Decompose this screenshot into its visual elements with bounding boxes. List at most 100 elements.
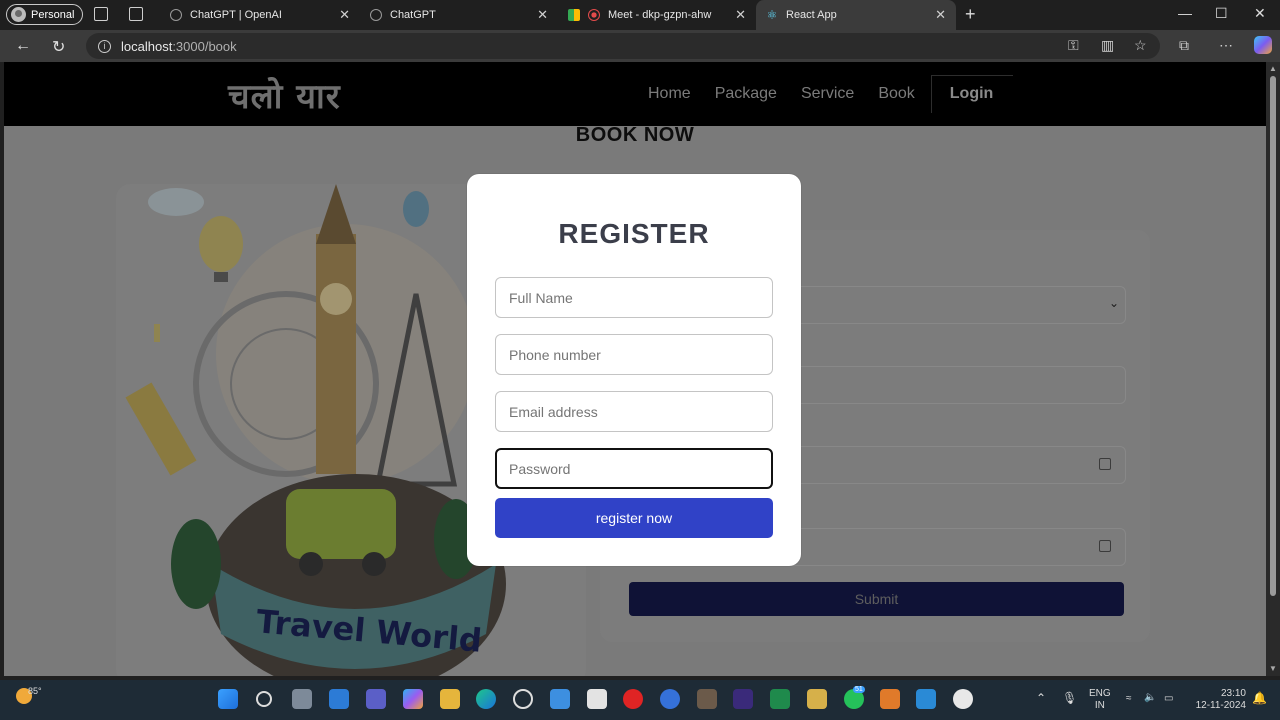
key-icon[interactable]: ⚿ [1068,37,1079,54]
nav-links: Home Package Service Book Login [636,62,1014,126]
vscode-icon[interactable] [916,689,936,709]
task-view-icon[interactable] [292,689,312,709]
nav-home[interactable]: Home [636,85,703,103]
tab-title: React App [786,9,837,21]
app-icon[interactable] [807,689,827,709]
calendar-icon[interactable] [1099,458,1111,470]
openai-icon [170,9,182,21]
workspaces-icon[interactable] [94,7,108,21]
more-menu-icon[interactable]: ⋯ [1219,37,1233,54]
new-tab-icon[interactable]: + [965,4,976,25]
copilot-icon[interactable] [1254,36,1272,54]
extensions-icon[interactable]: ⧉ [1179,37,1189,54]
scroll-up-icon[interactable]: ▲ [1269,64,1277,73]
password-input[interactable] [495,448,773,489]
lang-code: ENG [1089,688,1111,699]
profile-button[interactable]: Personal [6,4,84,25]
app-icon[interactable] [953,689,973,709]
scroll-down-icon[interactable]: ▼ [1269,664,1277,673]
intellij-icon[interactable] [733,689,753,709]
tab-title: ChatGPT [390,9,436,21]
page-title: BOOK NOW [575,124,695,146]
tab-chatgpt-openai[interactable]: ChatGPT | OpenAI ✕ [160,0,360,30]
favorite-star-icon[interactable]: ☆ [1134,37,1147,54]
browser-tab-bar: Personal ChatGPT | OpenAI ✕ ChatGPT ✕ Me… [0,0,1280,30]
tab-chatgpt[interactable]: ChatGPT ✕ [360,0,558,30]
reload-icon[interactable]: ↻ [52,37,65,57]
weather-widget[interactable]: 85° [16,686,42,704]
wifi-icon[interactable]: ≈ [1126,693,1132,705]
url-path: :3000/book [172,38,237,54]
avatar [11,7,26,22]
store-icon[interactable] [550,689,570,709]
time: 23:10 [1220,688,1246,699]
split-screen-icon[interactable]: ▥ [1101,37,1114,54]
back-icon[interactable]: ← [15,37,31,55]
clock[interactable]: 23:10 12-11-2024 [1190,688,1246,712]
notification-bell-icon[interactable]: 🔔 [1252,692,1267,704]
register-button[interactable]: register now [495,498,773,538]
submit-button[interactable]: Submit [629,582,1124,616]
chevron-up-icon[interactable]: ⌃ [1036,692,1046,704]
file-explorer-icon[interactable] [440,689,460,709]
copilot-app-icon[interactable] [403,689,423,709]
openai-icon [370,9,382,21]
volume-icon[interactable]: 🔈 [1144,692,1156,704]
calendar-icon[interactable] [1099,540,1111,552]
region-code: IN [1094,700,1105,711]
nav-service[interactable]: Service [789,85,866,103]
tab-title: ChatGPT | OpenAI [190,9,282,21]
url-bar[interactable]: i localhost:3000/book [86,33,1160,59]
tab-actions-icon[interactable] [129,7,143,21]
site-navbar: चलो यार Home Package Service Book Login [4,62,1266,126]
dell-icon[interactable] [513,689,533,709]
nav-package[interactable]: Package [703,85,789,103]
nav-book[interactable]: Book [866,85,926,103]
start-icon[interactable] [218,689,238,709]
excel-icon[interactable] [770,689,790,709]
recording-icon [588,9,600,21]
window-close-icon[interactable]: ✕ [1254,5,1266,22]
language-indicator[interactable]: ENG IN [1089,688,1111,712]
react-icon: ⚛ [766,8,778,22]
media-player-icon[interactable] [623,689,643,709]
register-modal: REGISTER register now [467,174,801,566]
tab-react-app[interactable]: ⚛ React App ✕ [756,0,956,30]
modal-title: REGISTER [558,218,710,249]
url-text: localhost:3000/book [121,39,237,54]
temperature: 85° [28,686,42,696]
minimize-icon[interactable]: — [1178,5,1192,21]
scrollbar-thumb[interactable] [1270,76,1276,596]
app-icon[interactable] [660,689,680,709]
battery-icon[interactable]: ▭ [1164,693,1173,705]
page-scrollbar[interactable]: ▲ ▼ [1266,62,1280,676]
close-icon[interactable]: ✕ [735,7,746,23]
notification-badge: 51 [853,686,865,693]
maximize-icon[interactable]: ☐ [1215,5,1228,22]
address-toolbar: ← ↻ i localhost:3000/book ⚿ ▥ ☆ ⧉ ⋯ [0,30,1280,62]
phone-input[interactable] [495,334,773,375]
date: 12-11-2024 [1195,700,1246,711]
edge-icon[interactable] [476,689,496,709]
email-input[interactable] [495,391,773,432]
full-name-input[interactable] [495,277,773,318]
tab-title: Meet - dkp-gzpn-ahw [608,9,712,21]
close-icon[interactable]: ✕ [537,7,548,23]
site-logo[interactable]: चलो यार [228,72,341,118]
meet-now-icon[interactable] [329,689,349,709]
tab-meet[interactable]: Meet - dkp-gzpn-ahw ✕ [558,0,756,30]
site-info-icon[interactable]: i [98,39,111,53]
nav-login[interactable]: Login [930,75,1014,113]
teams-icon[interactable] [366,689,386,709]
close-icon[interactable]: ✕ [935,7,946,23]
microphone-icon[interactable]: 🎙 [1062,692,1077,704]
windows-taskbar: 85° 51 ⌃ 🎙 ENG IN ≈ 🔈 ▭ 23:10 12-11-2024… [0,680,1280,720]
chevron-down-icon: ⌄ [1108,296,1119,310]
url-host: localhost [121,38,173,54]
matlab-icon[interactable] [880,689,900,709]
snipping-tool-icon[interactable] [587,689,607,709]
profile-label: Personal [31,8,75,21]
app-icon[interactable] [697,689,717,709]
search-icon[interactable] [256,691,272,707]
close-icon[interactable]: ✕ [339,7,350,23]
